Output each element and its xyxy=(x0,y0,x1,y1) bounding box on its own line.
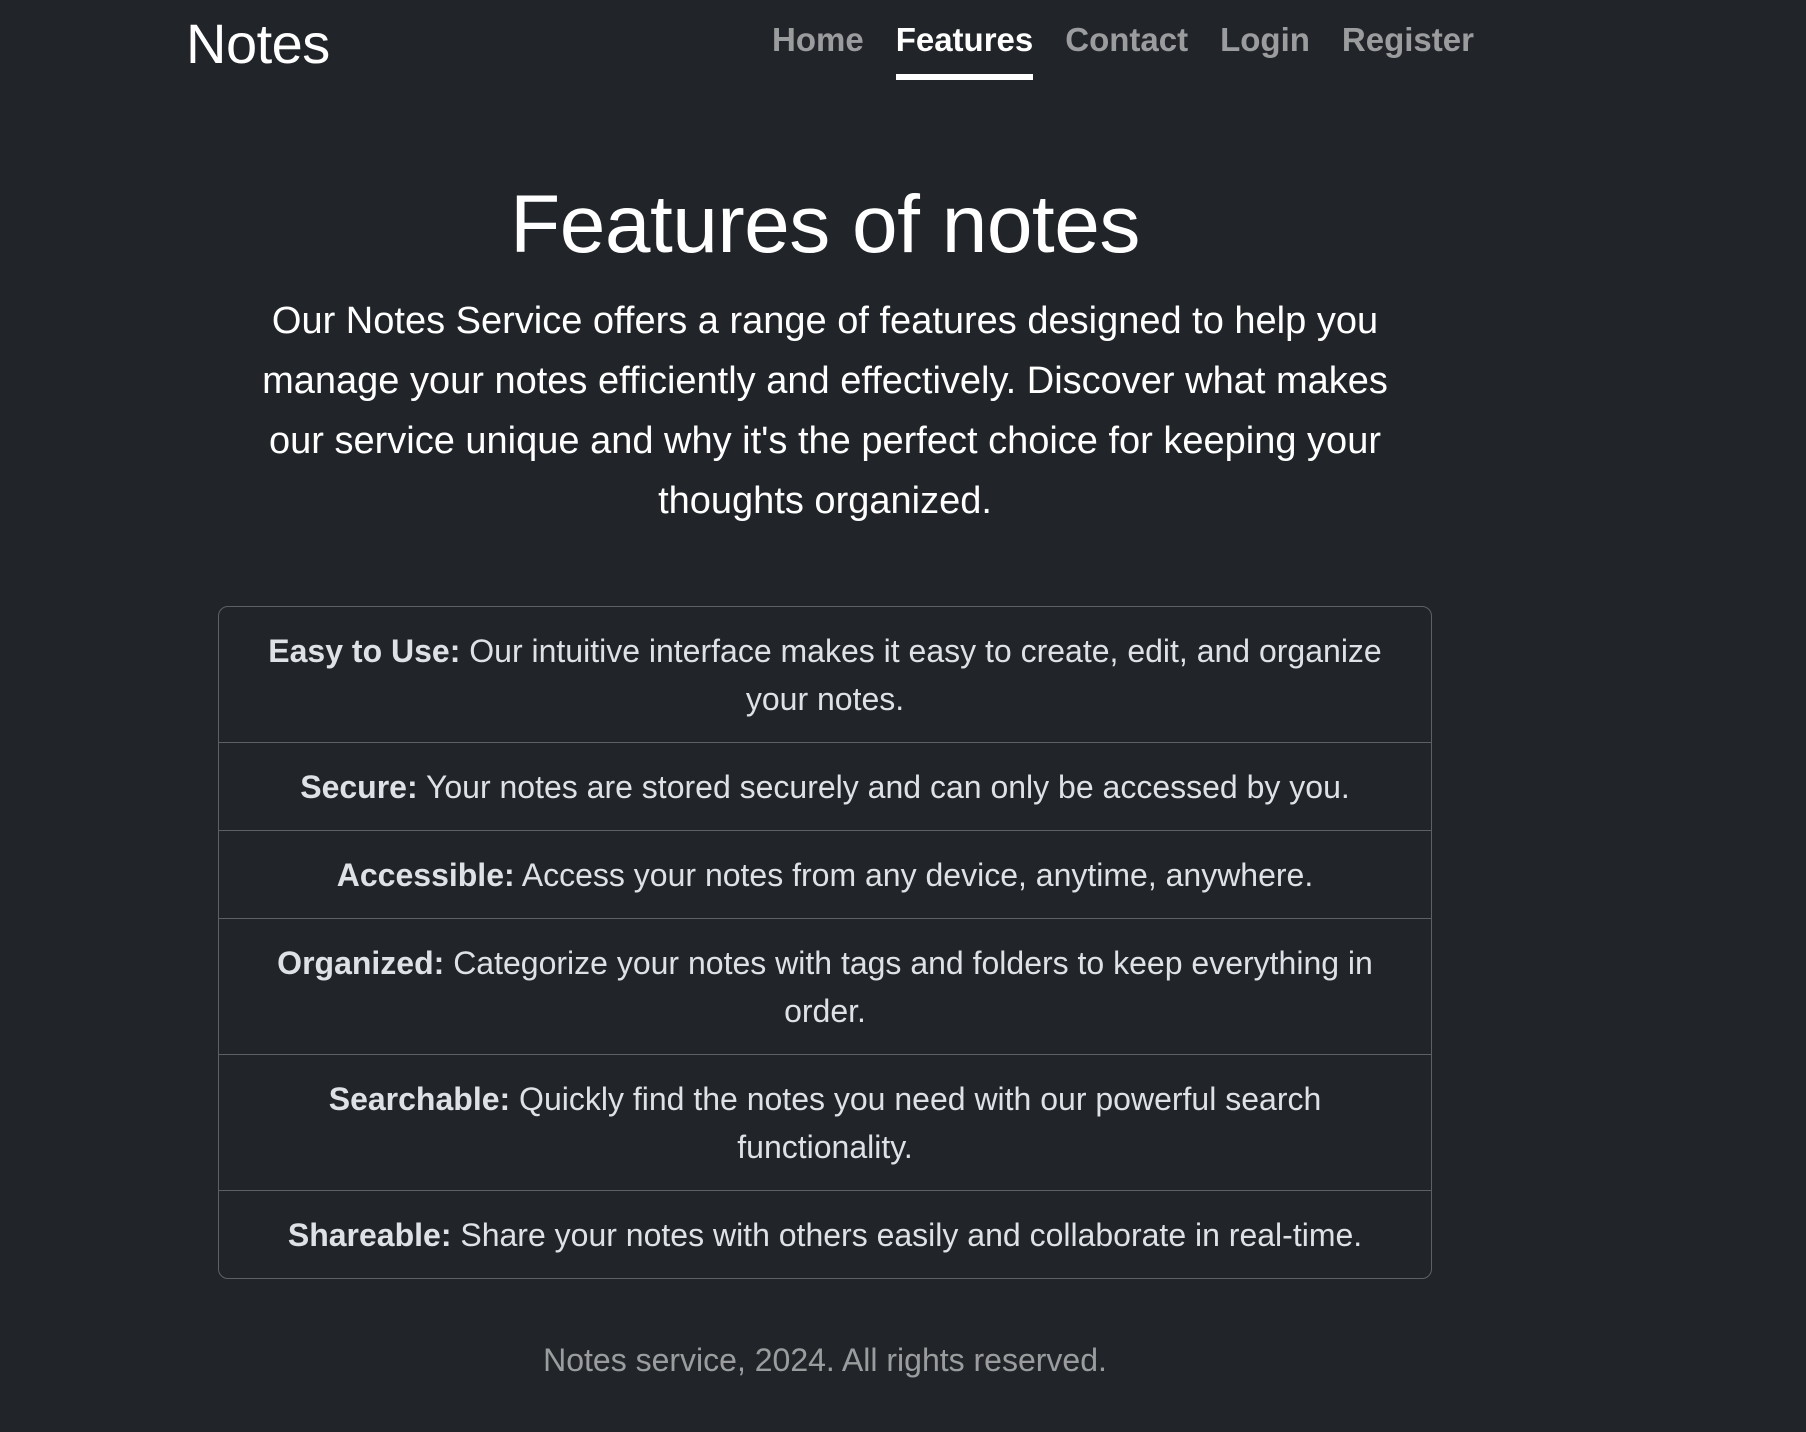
navbar: Notes Home Features Contact Login Regist… xyxy=(0,0,1806,90)
feature-item-accessible: Accessible: Access your notes from any d… xyxy=(219,831,1431,919)
brand-link[interactable]: Notes xyxy=(186,8,330,80)
feature-name: Organized: xyxy=(277,945,445,981)
nav-link-features[interactable]: Features xyxy=(895,0,1034,80)
page-title: Features of notes xyxy=(510,179,1140,270)
feature-item-easy-to-use: Easy to Use: Our intuitive interface mak… xyxy=(219,607,1431,743)
feature-description: Your notes are stored securely and can o… xyxy=(425,769,1350,805)
feature-name: Searchable: xyxy=(328,1081,511,1117)
hero-section: Features of notes Our Notes Service offe… xyxy=(218,175,1432,531)
feature-item-shareable: Shareable: Share your notes with others … xyxy=(219,1191,1431,1278)
nav-link-home[interactable]: Home xyxy=(772,0,864,80)
feature-item-searchable: Searchable: Quickly find the notes you n… xyxy=(219,1055,1431,1191)
footer-text: Notes service, 2024. All rights reserved… xyxy=(543,1342,1107,1378)
nav-link-login[interactable]: Login xyxy=(1220,0,1310,80)
nav-link-contact[interactable]: Contact xyxy=(1065,0,1188,80)
feature-description: Categorize your notes with tags and fold… xyxy=(453,945,1373,1029)
hero-lead: Our Notes Service offers a range of feat… xyxy=(262,300,1388,522)
nav-link-register[interactable]: Register xyxy=(1342,0,1474,80)
feature-list: Easy to Use: Our intuitive interface mak… xyxy=(218,606,1432,1279)
feature-description: Quickly find the notes you need with our… xyxy=(519,1081,1322,1165)
feature-name: Shareable: xyxy=(287,1217,452,1253)
feature-item-organized: Organized: Categorize your notes with ta… xyxy=(219,919,1431,1055)
feature-description: Share your notes with others easily and … xyxy=(460,1217,1363,1253)
feature-name: Easy to Use: xyxy=(268,633,461,669)
main-nav: Home Features Contact Login Register xyxy=(772,0,1506,80)
feature-name: Secure: xyxy=(300,769,418,805)
feature-description: Access your notes from any device, anyti… xyxy=(521,857,1314,893)
feature-name: Accessible: xyxy=(336,857,515,893)
footer: Notes service, 2024. All rights reserved… xyxy=(218,1336,1432,1384)
feature-item-secure: Secure: Your notes are stored securely a… xyxy=(219,743,1431,831)
feature-description: Our intuitive interface makes it easy to… xyxy=(469,633,1382,717)
